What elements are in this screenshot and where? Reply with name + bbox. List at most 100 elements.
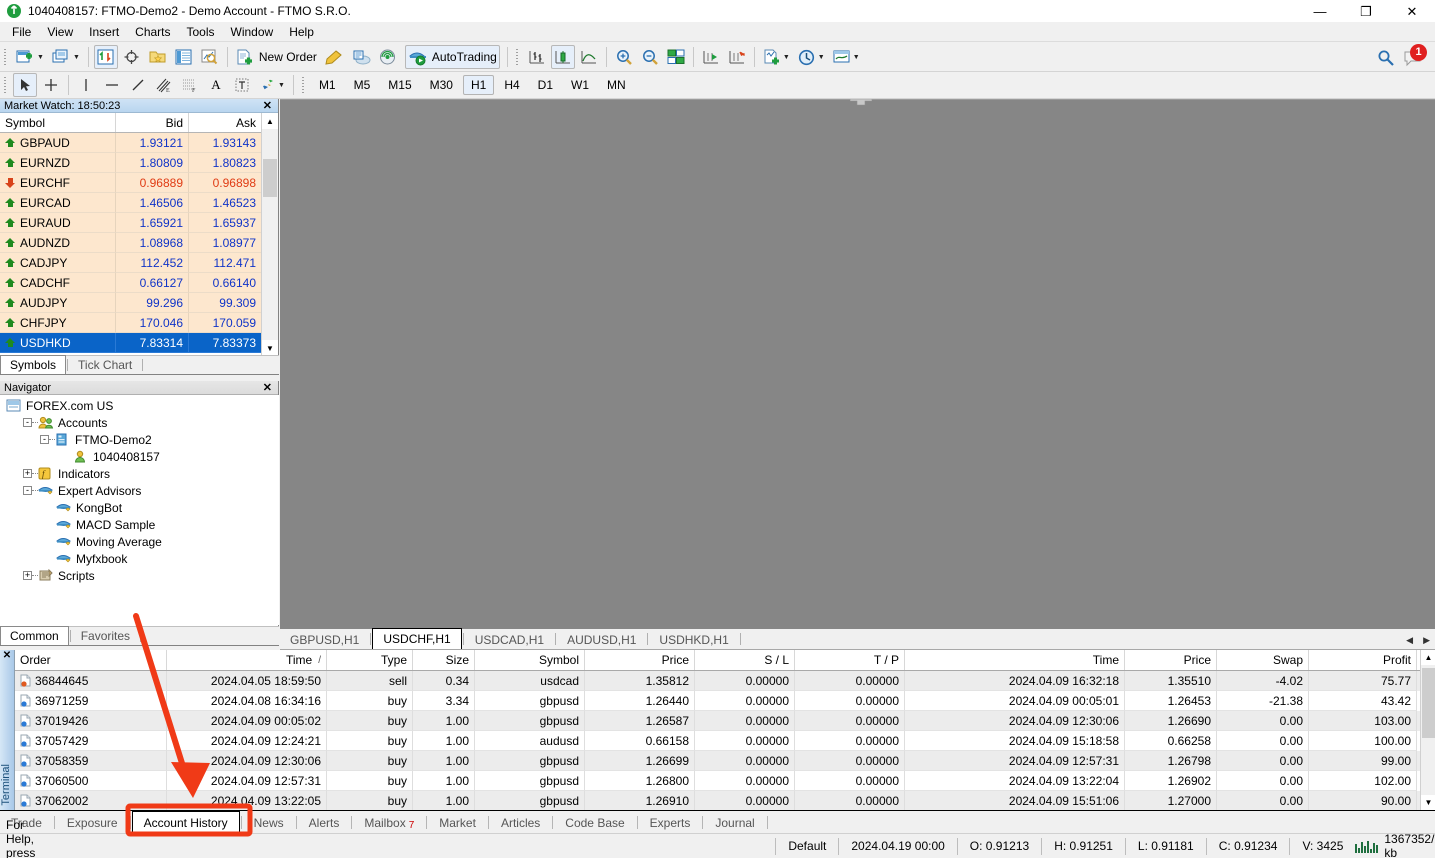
market-watch-row[interactable]: CADCHF 0.66127 0.66140 (0, 273, 262, 293)
terminal-tab-code-base[interactable]: Code Base (554, 812, 635, 833)
column-header-swap[interactable]: Swap (1217, 650, 1309, 670)
close-icon[interactable]: ✕ (261, 99, 274, 112)
chevron-down-icon[interactable]: ▼ (73, 54, 80, 61)
fibonacci-icon[interactable]: F (178, 73, 202, 97)
chevron-down-icon[interactable]: ▼ (818, 54, 825, 61)
market-watch-tab-tick-chart[interactable]: Tick Chart (69, 356, 141, 374)
chevron-down-icon[interactable]: ▼ (278, 82, 285, 89)
market-watch-row[interactable]: AUDJPY 99.296 99.309 (0, 293, 262, 313)
chart-tab-usdhkd-h1[interactable]: USDHKD,H1 (649, 630, 738, 649)
terminal-tab-account-history[interactable]: Account History (131, 811, 240, 833)
chart-tab-usdcad-h1[interactable]: USDCAD,H1 (465, 630, 554, 649)
crosshair-icon[interactable] (39, 73, 63, 97)
close-icon[interactable]: ✕ (0, 650, 14, 662)
chart-tabs-prev-icon[interactable]: ◀ (1401, 635, 1418, 646)
table-row[interactable]: 37062002 2024.04.09 13:22:05 buy 1.00 gbpusd… (15, 791, 1435, 810)
navigator-item-kongbot[interactable]: KongBot (0, 499, 279, 516)
autotrading-button[interactable]: AutoTrading (404, 45, 500, 69)
cursor-arrow-icon[interactable] (13, 73, 37, 97)
chart-tab-gbpusd-h1[interactable]: GBPUSD,H1 (280, 630, 369, 649)
mql5-community-icon[interactable] (349, 45, 374, 69)
column-header-order[interactable]: Order (15, 650, 167, 670)
market-watch-row[interactable]: CADJPY 112.452 112.471 (0, 253, 262, 273)
timeframe-button-m5[interactable]: M5 (346, 75, 379, 95)
timeframe-button-m15[interactable]: M15 (380, 75, 419, 95)
timeframe-button-w1[interactable]: W1 (563, 75, 597, 95)
minimize-button[interactable]: — (1297, 0, 1343, 22)
market-watch-row[interactable]: CHFJPY 170.046 170.059 (0, 313, 262, 333)
notification-bubble-icon[interactable]: 1 (1400, 43, 1427, 70)
menu-item-tools[interactable]: Tools (179, 23, 223, 41)
market-watch-icon[interactable] (93, 45, 118, 69)
chart-tab-usdchf-h1[interactable]: USDCHF,H1 (372, 628, 462, 649)
toolbar-grip[interactable] (2, 75, 9, 95)
navigator-item-accounts[interactable]: - Accounts (0, 414, 279, 431)
scrollbar-thumb[interactable] (263, 159, 277, 197)
scroll-up-arrow-icon[interactable]: ▲ (262, 113, 278, 129)
market-watch-row[interactable]: EURCAD 1.46506 1.46523 (0, 193, 262, 213)
table-row[interactable]: 37060500 2024.04.09 12:57:31 buy 1.00 gbpusd… (15, 771, 1435, 791)
table-row[interactable]: 37019426 2024.04.09 00:05:02 buy 1.00 gbpusd… (15, 711, 1435, 731)
market-watch-row[interactable]: EURNZD 1.80809 1.80823 (0, 153, 262, 173)
market-watch-row[interactable]: EURAUD 1.65921 1.65937 (0, 213, 262, 233)
auto-scroll-icon[interactable] (699, 45, 723, 69)
navigator-item-indicators[interactable]: + f Indicators (0, 465, 279, 482)
column-header-price2[interactable]: Price (1125, 650, 1217, 670)
expand-expander-icon[interactable]: + (23, 571, 32, 580)
search-icon[interactable] (1374, 46, 1398, 70)
metaeditor-icon[interactable] (322, 45, 347, 69)
maximize-button[interactable]: ❐ (1343, 0, 1389, 22)
column-header-bid[interactable]: Bid (116, 113, 189, 132)
signals-icon[interactable] (376, 45, 400, 69)
equidistant-channel-icon[interactable]: E (152, 73, 176, 97)
terminal-tab-mailbox[interactable]: Mailbox 7 (353, 812, 425, 833)
timeframe-button-d1[interactable]: D1 (530, 75, 561, 95)
navigator-item-forex-com-us[interactable]: FOREX.com US (0, 397, 279, 414)
navigator-item-myfxbook[interactable]: Myfxbook (0, 550, 279, 567)
column-header-time2[interactable]: Time (905, 650, 1125, 670)
navigator-folder-icon[interactable] (146, 45, 170, 69)
timeframe-button-m30[interactable]: M30 (422, 75, 461, 95)
navigator-item-expert-advisors[interactable]: - Expert Advisors (0, 482, 279, 499)
navigator-tab-favorites[interactable]: Favorites (72, 627, 139, 645)
navigator-item-moving-average[interactable]: Moving Average (0, 533, 279, 550)
menu-item-view[interactable]: View (39, 23, 81, 41)
chart-tab-audusd-h1[interactable]: AUDUSD,H1 (557, 630, 646, 649)
chevron-down-icon[interactable]: ▼ (783, 54, 790, 61)
collapse-expander-icon[interactable]: - (40, 435, 49, 444)
chart-tabs-next-icon[interactable]: ▶ (1418, 635, 1435, 646)
bar-chart-icon[interactable] (525, 45, 549, 69)
strategy-tester-icon[interactable] (198, 45, 222, 69)
terminal-tab-experts[interactable]: Experts (639, 812, 702, 833)
navigator-item-ftmo-demo2[interactable]: - FTMO-Demo2 (0, 431, 279, 448)
menu-item-insert[interactable]: Insert (81, 23, 127, 41)
scroll-down-arrow-icon[interactable]: ▼ (262, 340, 278, 356)
scroll-up-arrow-icon[interactable]: ▲ (1421, 650, 1435, 665)
market-watch-row[interactable]: EURCHF 0.96889 0.96898 (0, 173, 262, 193)
chart-splitter-handle[interactable] (849, 95, 873, 106)
menu-item-help[interactable]: Help (281, 23, 322, 41)
column-header-size[interactable]: Size (413, 650, 475, 670)
horizontal-line-icon[interactable] (100, 73, 124, 97)
trendline-icon[interactable] (126, 73, 150, 97)
market-watch-row[interactable]: GBPAUD 1.93121 1.93143 (0, 133, 262, 153)
toolbar-grip[interactable] (299, 75, 307, 95)
column-header-symbol[interactable]: Symbol (0, 113, 116, 132)
collapse-expander-icon[interactable]: - (23, 418, 32, 427)
column-header-profit[interactable]: Profit (1309, 650, 1417, 670)
text-label-icon[interactable] (230, 73, 254, 97)
market-watch-scrollbar[interactable]: ▲ ▼ (261, 113, 278, 356)
vertical-line-icon[interactable] (74, 73, 98, 97)
text-icon[interactable]: A (204, 73, 228, 97)
toolbar-grip[interactable] (513, 47, 521, 67)
terminal-tab-news[interactable]: News (243, 812, 295, 833)
menu-item-charts[interactable]: Charts (127, 23, 178, 41)
tile-windows-icon[interactable] (664, 45, 688, 69)
column-header-type[interactable]: Type (327, 650, 413, 670)
templates-icon[interactable]: ▼ (830, 45, 863, 69)
timeframe-button-h4[interactable]: H4 (496, 75, 527, 95)
toolbar-grip[interactable] (2, 47, 9, 67)
expand-expander-icon[interactable]: + (23, 469, 32, 478)
table-row[interactable]: 36971259 2024.04.08 16:34:16 buy 3.34 gbpusd… (15, 691, 1435, 711)
chevron-down-icon[interactable]: ▼ (37, 54, 44, 61)
